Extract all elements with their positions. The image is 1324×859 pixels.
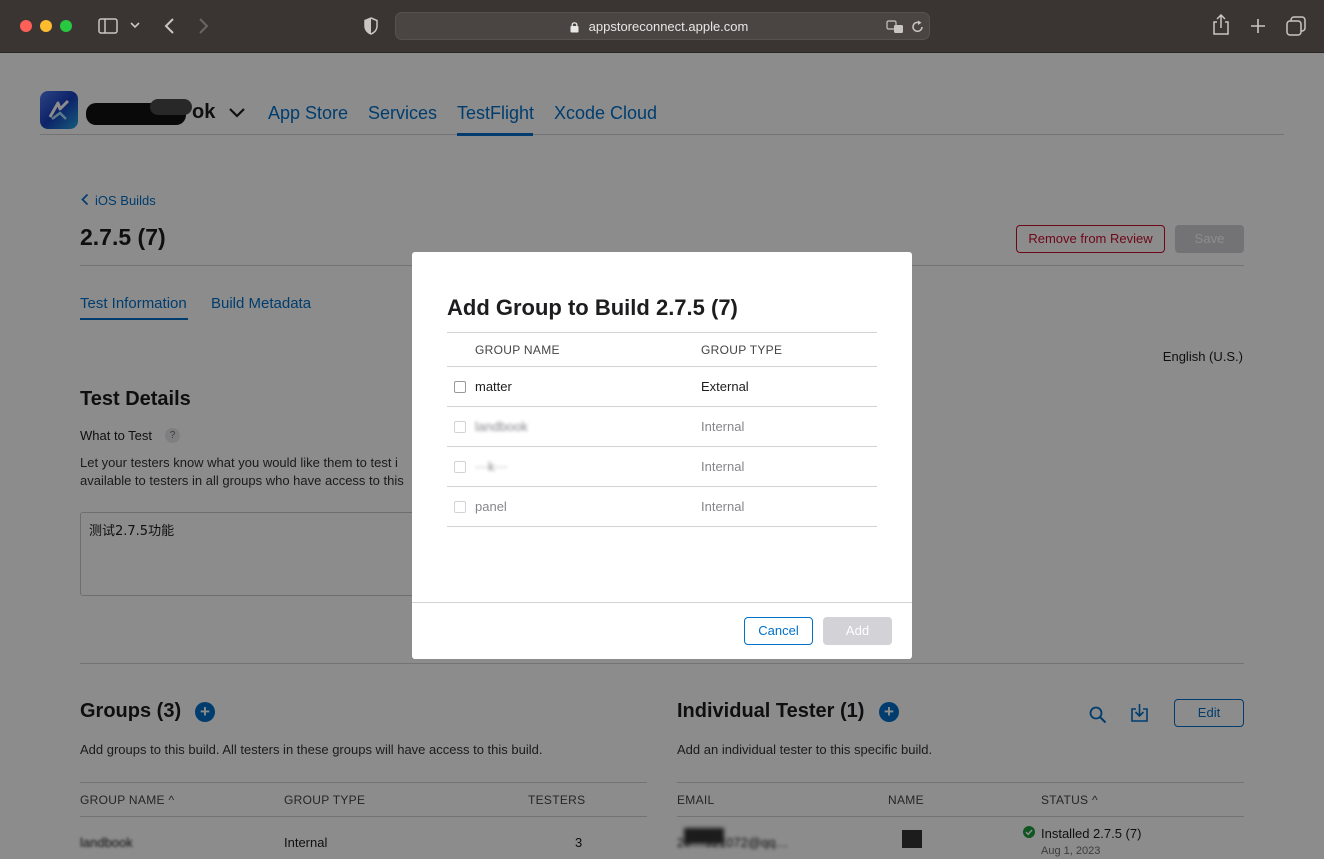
- tabs-icon[interactable]: [1286, 16, 1306, 36]
- dialog-group-name: ···k···: [475, 459, 508, 474]
- cancel-button[interactable]: Cancel: [744, 617, 813, 645]
- dialog-group-row: landbook Internal: [447, 407, 877, 447]
- zoom-window-button[interactable]: [60, 20, 72, 32]
- dialog-footer-divider: [412, 602, 912, 603]
- dialog-group-row: panel Internal: [447, 487, 877, 527]
- dialog-col-group-name: GROUP NAME: [475, 343, 560, 357]
- group-checkbox-disabled: [454, 421, 466, 433]
- dialog-group-name: panel: [475, 499, 507, 514]
- dialog-group-type: Internal: [701, 419, 745, 434]
- translate-icon[interactable]: [886, 20, 904, 34]
- share-icon[interactable]: [1212, 14, 1230, 36]
- dialog-group-type: Internal: [701, 459, 745, 474]
- new-tab-icon[interactable]: [1250, 18, 1266, 34]
- dialog-group-row[interactable]: matter External: [447, 367, 877, 407]
- back-icon[interactable]: [163, 17, 175, 35]
- dialog-group-type: External: [701, 379, 749, 394]
- dialog-group-name: landbook: [475, 419, 528, 434]
- group-checkbox-disabled: [454, 501, 466, 513]
- add-group-dialog: Add Group to Build 2.7.5 (7) GROUP NAME …: [412, 252, 912, 659]
- sidebar-icon[interactable]: [98, 18, 118, 34]
- url-text: appstoreconnect.apple.com: [588, 19, 749, 34]
- dialog-group-type: Internal: [701, 499, 745, 514]
- shield-icon[interactable]: [364, 17, 378, 35]
- reload-icon[interactable]: [911, 20, 924, 34]
- dialog-group-row: ···k··· Internal: [447, 447, 877, 487]
- close-window-button[interactable]: [20, 20, 32, 32]
- chevron-down-icon[interactable]: [130, 22, 140, 30]
- dialog-group-name: matter: [475, 379, 512, 394]
- group-checkbox[interactable]: [454, 381, 466, 393]
- dialog-table-top-border: [447, 332, 877, 333]
- dialog-col-group-type: GROUP TYPE: [701, 343, 783, 357]
- dialog-title: Add Group to Build 2.7.5 (7): [447, 295, 738, 320]
- add-button[interactable]: Add: [823, 617, 892, 645]
- forward-icon[interactable]: [198, 17, 210, 35]
- browser-toolbar: appstoreconnect.apple.com: [0, 0, 1324, 53]
- minimize-window-button[interactable]: [40, 20, 52, 32]
- group-checkbox-disabled: [454, 461, 466, 473]
- address-bar[interactable]: appstoreconnect.apple.com: [395, 12, 930, 40]
